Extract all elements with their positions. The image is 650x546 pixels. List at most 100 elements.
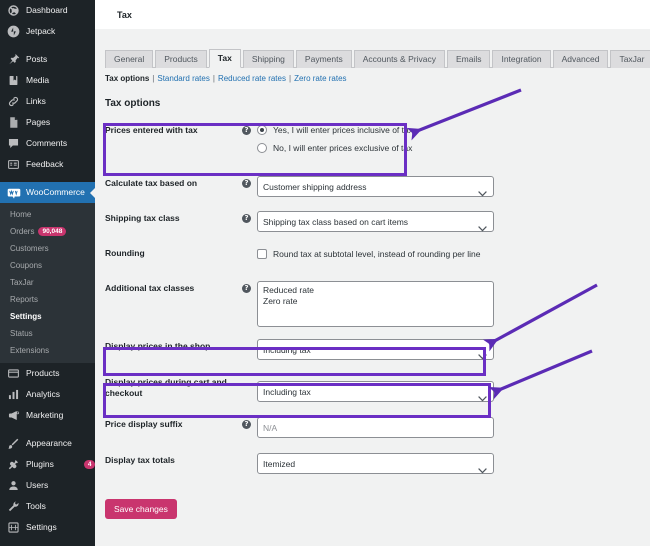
sidebar-item-analytics[interactable]: Analytics — [0, 384, 95, 405]
select-wrap-shipping-tax-class: Shipping tax class based on cart items — [257, 209, 494, 232]
tab-advanced[interactable]: Advanced — [553, 50, 609, 68]
select-display-prices-in-shop[interactable]: Including tax — [257, 339, 494, 360]
checkbox-rounding[interactable]: Round tax at subtotal level, instead of … — [257, 244, 480, 259]
settings-gear-icon — [6, 520, 21, 535]
sidebar-separator — [0, 426, 95, 433]
submenu-item-settings[interactable]: Settings — [0, 308, 95, 325]
analytics-icon — [6, 387, 21, 402]
products-icon — [6, 366, 21, 381]
input-price-display-suffix[interactable] — [257, 417, 494, 438]
select-shipping-tax-class[interactable]: Shipping tax class based on cart items — [257, 211, 494, 232]
tab-taxjar[interactable]: TaxJar — [610, 50, 650, 68]
help-icon-display-prices-in-shop-placeholder — [242, 342, 251, 351]
submenu-item-label: Home — [10, 210, 31, 219]
subnav-link-zero-rate-rates[interactable]: Zero rate rates — [294, 74, 346, 83]
radio-option-exclusive-label: No, I will enter prices exclusive of tax — [273, 143, 412, 153]
sidebar-item-badge: 4 — [84, 460, 95, 469]
megaphone-icon — [6, 408, 21, 423]
tab-integration[interactable]: Integration — [492, 50, 550, 68]
sidebar-item-label: Dashboard — [26, 6, 95, 15]
tab-accounts-privacy[interactable]: Accounts & Privacy — [354, 50, 445, 68]
label-shipping-tax-class: Shipping tax class — [105, 207, 242, 224]
submenu-item-label: Settings — [10, 312, 42, 321]
help-icon-additional-tax-classes[interactable]: ? — [242, 284, 251, 293]
subnav-link-reduced-rate-rates[interactable]: Reduced rate rates — [218, 74, 286, 83]
subnav-separator: | — [213, 74, 215, 83]
label-display-prices-in-shop: Display prices in the shop — [105, 335, 242, 352]
sidebar-item-settings[interactable]: Settings — [0, 517, 95, 538]
tab-shipping[interactable]: Shipping — [243, 50, 294, 68]
sidebar-item-products[interactable]: Products — [0, 363, 95, 384]
checkbox-rounding-icon[interactable] — [257, 249, 267, 259]
sidebar-item-links[interactable]: Links — [0, 91, 95, 112]
radio-inclusive-icon[interactable] — [257, 125, 267, 135]
sidebar-separator — [0, 538, 95, 545]
tab-general[interactable]: General — [105, 50, 153, 68]
row-additional-tax-classes: Additional tax classes ? — [105, 277, 497, 335]
subnav-link-standard-rates[interactable]: Standard rates — [157, 74, 209, 83]
tax-options-form: Prices entered with tax ? Yes, I will en… — [105, 119, 497, 485]
subnav-links: |Standard rates|Reduced rate rates|Zero … — [149, 74, 346, 83]
sidebar-item-comments[interactable]: Comments — [0, 133, 95, 154]
jetpack-icon — [6, 24, 21, 39]
sidebar-item-label: Jetpack — [26, 27, 95, 36]
sidebar-item-label: Users — [26, 481, 95, 490]
brush-icon — [6, 436, 21, 451]
submenu-item-badge: 90,048 — [38, 227, 66, 236]
main-content: Tax GeneralProductsTaxShippingPaymentsAc… — [95, 0, 650, 546]
sidebar-item-label: Links — [26, 97, 95, 106]
radio-exclusive-icon[interactable] — [257, 143, 267, 153]
submenu-item-status[interactable]: Status — [0, 325, 95, 342]
tab-products[interactable]: Products — [155, 50, 207, 68]
select-display-prices-cart-checkout[interactable]: Including tax — [257, 381, 494, 402]
woocommerce-submenu: Home Orders90,048CustomersCouponsTaxJarRe… — [0, 203, 95, 363]
radio-option-inclusive[interactable]: Yes, I will enter prices inclusive of ta… — [257, 125, 413, 135]
label-rounding: Rounding — [105, 242, 242, 259]
help-icon-shipping-tax-class[interactable]: ? — [242, 214, 251, 223]
submenu-item-extensions[interactable]: Extensions — [0, 342, 95, 359]
select-wrap-display-prices-cart-checkout: Including tax — [257, 379, 494, 402]
submenu-item-label: Extensions — [10, 346, 49, 355]
comment-icon — [6, 136, 21, 151]
sidebar-item-dashboard[interactable]: Dashboard — [0, 0, 95, 21]
subnav-separator: | — [152, 74, 154, 83]
tab-emails[interactable]: Emails — [447, 50, 491, 68]
submenu-item-home[interactable]: Home — [0, 206, 95, 223]
submenu-item-reports[interactable]: Reports — [0, 291, 95, 308]
radio-option-exclusive[interactable]: No, I will enter prices exclusive of tax — [257, 143, 413, 153]
submenu-item-customers[interactable]: Customers — [0, 240, 95, 257]
row-shipping-tax-class: Shipping tax class ? Shipping tax class … — [105, 207, 497, 242]
sidebar-item-pages[interactable]: Pages — [0, 112, 95, 133]
help-icon-prices-entered-with-tax[interactable]: ? — [242, 126, 251, 135]
sidebar-item-label: Tools — [26, 502, 95, 511]
sidebar-item-media[interactable]: Media — [0, 70, 95, 91]
textarea-additional-tax-classes[interactable] — [257, 281, 494, 327]
pin-icon — [6, 52, 21, 67]
help-icon-price-display-suffix[interactable]: ? — [242, 420, 251, 429]
sidebar-item-woocommerce[interactable]: WooCommerce — [0, 182, 95, 203]
sidebar-item-posts[interactable]: Posts — [0, 49, 95, 70]
row-rounding: Rounding Round tax at subtotal level, in… — [105, 242, 497, 277]
sidebar-item-users[interactable]: Users — [0, 475, 95, 496]
submenu-item-coupons[interactable]: Coupons — [0, 257, 95, 274]
sidebar-item-jetpack[interactable]: Jetpack — [0, 21, 95, 42]
submenu-item-orders[interactable]: Orders90,048 — [0, 223, 95, 240]
help-icon-rounding-placeholder — [242, 249, 251, 258]
tab-tax[interactable]: Tax — [209, 49, 241, 68]
sidebar-separator — [0, 42, 95, 49]
save-changes-button[interactable]: Save changes — [105, 499, 177, 519]
sidebar-item-feedback[interactable]: Feedback — [0, 154, 95, 175]
submenu-item-taxjar[interactable]: TaxJar — [0, 274, 95, 291]
page-title: Tax — [117, 10, 132, 20]
select-display-tax-totals[interactable]: Itemized — [257, 453, 494, 474]
tab-payments[interactable]: Payments — [296, 50, 352, 68]
sidebar-item-appearance[interactable]: Appearance — [0, 433, 95, 454]
help-icon-calculate-tax-based-on[interactable]: ? — [242, 179, 251, 188]
submenu-item-label: Status — [10, 329, 33, 338]
tools-icon — [6, 499, 21, 514]
select-calculate-tax-based-on[interactable]: Customer shipping address — [257, 176, 494, 197]
section-title: Tax options — [105, 98, 650, 109]
sidebar-item-plugins[interactable]: Plugins4 — [0, 454, 95, 475]
sidebar-item-marketing[interactable]: Marketing — [0, 405, 95, 426]
sidebar-item-tools[interactable]: Tools — [0, 496, 95, 517]
